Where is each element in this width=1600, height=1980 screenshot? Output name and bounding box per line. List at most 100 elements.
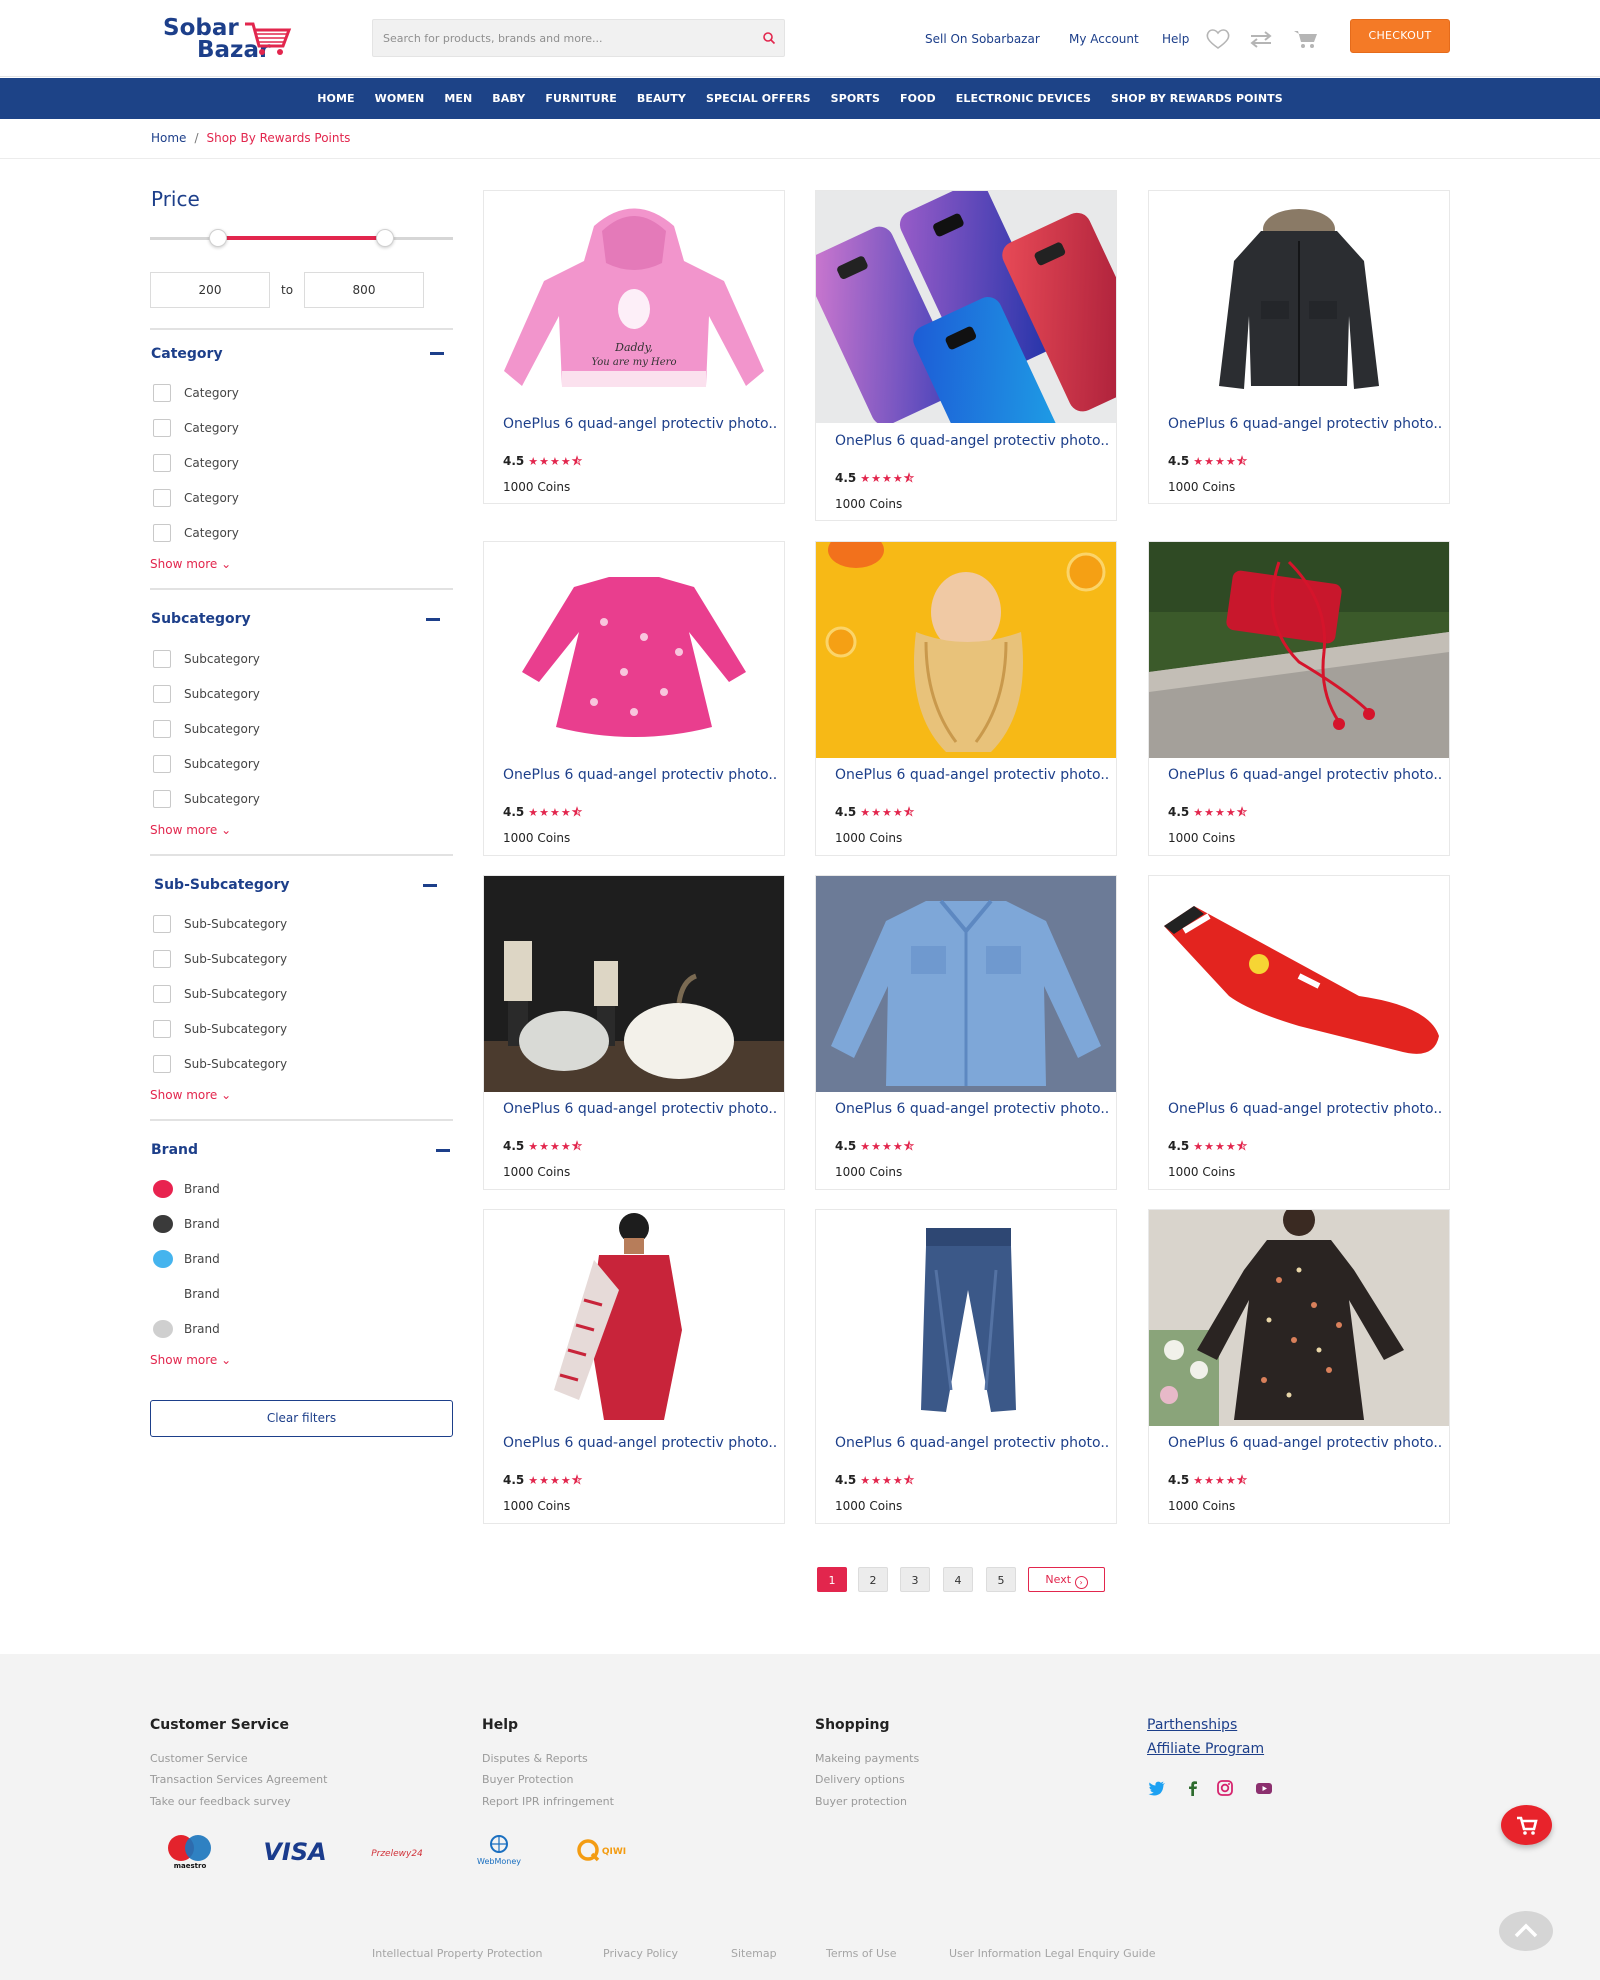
price-slider-min-handle[interactable] xyxy=(209,229,227,247)
bottom-link-terms-of-use[interactable]: Terms of Use xyxy=(826,1947,897,1960)
product-card[interactable]: OnePlus 6 quad-angel protectiv photo.. 4… xyxy=(1148,875,1450,1190)
category-collapse-icon[interactable] xyxy=(430,352,444,355)
footer-link[interactable]: Disputes & Reports xyxy=(482,1752,588,1765)
product-title[interactable]: OnePlus 6 quad-angel protectiv photo.. xyxy=(835,432,1115,451)
price-min-input[interactable]: 200 xyxy=(150,272,270,308)
product-image-jeans[interactable] xyxy=(816,1210,1116,1426)
product-image-black-parka[interactable] xyxy=(1149,191,1449,406)
product-card[interactable]: OnePlus 6 quad-angel protectiv photo.. 4… xyxy=(1148,1209,1450,1524)
checkbox[interactable] xyxy=(153,384,171,402)
page-button-1[interactable]: 1 xyxy=(817,1567,847,1592)
footer-link[interactable]: Makeing payments xyxy=(815,1752,919,1765)
compare-arrows-icon[interactable] xyxy=(1248,28,1274,50)
sub-subcategory-collapse-icon[interactable] xyxy=(423,884,437,887)
youtube-icon[interactable] xyxy=(1255,1780,1273,1796)
bottom-link-sitemap[interactable]: Sitemap xyxy=(731,1947,777,1960)
footer-link[interactable]: Buyer protection xyxy=(815,1795,907,1808)
category-show-more-link[interactable]: Show more ⌄ xyxy=(150,557,231,571)
checkbox[interactable] xyxy=(153,650,171,668)
instagram-icon[interactable] xyxy=(1216,1780,1234,1796)
clear-filters-button[interactable]: Clear filters xyxy=(150,1400,453,1437)
product-card[interactable]: OnePlus 6 quad-angel protectiv photo.. 4… xyxy=(815,1209,1117,1524)
page-button-3[interactable]: 3 xyxy=(900,1567,930,1592)
product-card[interactable]: Daddy, You are my Hero OnePlus 6 quad-an… xyxy=(483,190,785,504)
product-title[interactable]: OnePlus 6 quad-angel protectiv photo.. xyxy=(1168,766,1448,785)
checkbox[interactable] xyxy=(153,755,171,773)
product-title[interactable]: OnePlus 6 quad-angel protectiv photo.. xyxy=(503,1434,783,1453)
nav-item-women[interactable]: WOMEN xyxy=(375,92,425,105)
price-slider-max-handle[interactable] xyxy=(376,229,394,247)
nav-item-home[interactable]: HOME xyxy=(317,92,354,105)
nav-item-furniture[interactable]: FURNITURE xyxy=(545,92,617,105)
search-icon[interactable] xyxy=(762,31,776,45)
floating-cart-button[interactable] xyxy=(1501,1805,1552,1845)
brand-color-swatch[interactable] xyxy=(153,1180,173,1198)
next-page-button[interactable]: Next › xyxy=(1028,1567,1105,1592)
heart-icon[interactable] xyxy=(1205,28,1231,50)
footer-link[interactable]: Report IPR infringement xyxy=(482,1795,614,1808)
checkbox[interactable] xyxy=(153,915,171,933)
product-image-denim-shirt[interactable] xyxy=(816,876,1116,1092)
checkbox[interactable] xyxy=(153,790,171,808)
product-card[interactable]: OnePlus 6 quad-angel protectiv photo.. 4… xyxy=(1148,541,1450,856)
product-title[interactable]: OnePlus 6 quad-angel protectiv photo.. xyxy=(1168,1434,1448,1453)
footer-link[interactable]: Transaction Services Agreement xyxy=(150,1773,327,1786)
sub-subcategory-show-more-link[interactable]: Show more ⌄ xyxy=(150,1088,231,1102)
sell-on-sobarbazar-link[interactable]: Sell On Sobarbazar xyxy=(925,32,1040,46)
help-link[interactable]: Help xyxy=(1162,32,1189,46)
product-card[interactable]: OnePlus 6 quad-angel protectiv photo.. 4… xyxy=(483,875,785,1190)
bottom-link-ip-protection[interactable]: Intellectual Property Protection xyxy=(372,1947,543,1960)
product-image-phone-cases[interactable] xyxy=(816,191,1116,423)
nav-item-beauty[interactable]: BEAUTY xyxy=(637,92,686,105)
product-title[interactable]: OnePlus 6 quad-angel protectiv photo.. xyxy=(503,766,783,785)
checkbox[interactable] xyxy=(153,1020,171,1038)
product-image-red-sock[interactable] xyxy=(1149,876,1449,1092)
breadcrumb-home[interactable]: Home xyxy=(151,131,186,145)
page-button-2[interactable]: 2 xyxy=(858,1567,888,1592)
brand-color-swatch[interactable] xyxy=(153,1250,173,1268)
partnerships-link[interactable]: Parthenships xyxy=(1147,1717,1237,1733)
brand-color-swatch[interactable] xyxy=(153,1320,173,1338)
bottom-link-legal-enquiry-guide[interactable]: User Information Legal Enquiry Guide xyxy=(949,1947,1155,1960)
brand-color-swatch[interactable] xyxy=(153,1215,173,1233)
checkbox[interactable] xyxy=(153,950,171,968)
sobarbazar-logo[interactable]: Sobar Bazar xyxy=(163,14,293,64)
product-title[interactable]: OnePlus 6 quad-angel protectiv photo.. xyxy=(503,1100,783,1119)
footer-link[interactable]: Delivery options xyxy=(815,1773,905,1786)
product-card[interactable]: OnePlus 6 quad-angel protectiv photo.. 4… xyxy=(815,541,1117,856)
page-button-5[interactable]: 5 xyxy=(986,1567,1016,1592)
footer-link[interactable]: Take our feedback survey xyxy=(150,1795,291,1808)
search-input[interactable] xyxy=(383,20,743,56)
product-image-woman-hair[interactable] xyxy=(816,542,1116,758)
cart-icon[interactable] xyxy=(1293,28,1319,50)
product-title[interactable]: OnePlus 6 quad-angel protectiv photo.. xyxy=(1168,415,1448,434)
footer-link[interactable]: Customer Service xyxy=(150,1752,248,1765)
page-button-4[interactable]: 4 xyxy=(943,1567,973,1592)
subcategory-show-more-link[interactable]: Show more ⌄ xyxy=(150,823,231,837)
brand-color-swatch[interactable] xyxy=(153,1285,173,1303)
footer-link[interactable]: Buyer Protection xyxy=(482,1773,573,1786)
nav-item-electronic-devices[interactable]: ELECTRONIC DEVICES xyxy=(956,92,1091,105)
product-card[interactable]: OnePlus 6 quad-angel protectiv photo.. 4… xyxy=(1148,190,1450,504)
nav-item-sports[interactable]: SPORTS xyxy=(831,92,880,105)
product-card[interactable]: OnePlus 6 quad-angel protectiv photo.. 4… xyxy=(815,190,1117,521)
subcategory-collapse-icon[interactable] xyxy=(426,618,440,621)
nav-item-shop-by-rewards-points[interactable]: SHOP BY REWARDS POINTS xyxy=(1111,92,1283,105)
checkbox[interactable] xyxy=(153,720,171,738)
facebook-icon[interactable] xyxy=(1184,1780,1202,1796)
product-card[interactable]: OnePlus 6 quad-angel protectiv photo.. 4… xyxy=(483,1209,785,1524)
product-image-red-saree[interactable] xyxy=(484,1210,784,1426)
my-account-link[interactable]: My Account xyxy=(1069,32,1139,46)
affiliate-program-link[interactable]: Affiliate Program xyxy=(1147,1741,1264,1757)
checkbox[interactable] xyxy=(153,685,171,703)
product-title[interactable]: OnePlus 6 quad-angel protectiv photo.. xyxy=(835,1100,1115,1119)
bottom-link-privacy-policy[interactable]: Privacy Policy xyxy=(603,1947,678,1960)
nav-item-baby[interactable]: BABY xyxy=(492,92,525,105)
product-image-pink-dress[interactable] xyxy=(484,542,784,758)
product-title[interactable]: OnePlus 6 quad-angel protectiv photo.. xyxy=(835,1434,1115,1453)
product-title[interactable]: OnePlus 6 quad-angel protectiv photo.. xyxy=(1168,1100,1448,1119)
product-card[interactable]: OnePlus 6 quad-angel protectiv photo.. 4… xyxy=(483,541,785,856)
checkbox[interactable] xyxy=(153,489,171,507)
checkbox[interactable] xyxy=(153,419,171,437)
checkbox[interactable] xyxy=(153,524,171,542)
